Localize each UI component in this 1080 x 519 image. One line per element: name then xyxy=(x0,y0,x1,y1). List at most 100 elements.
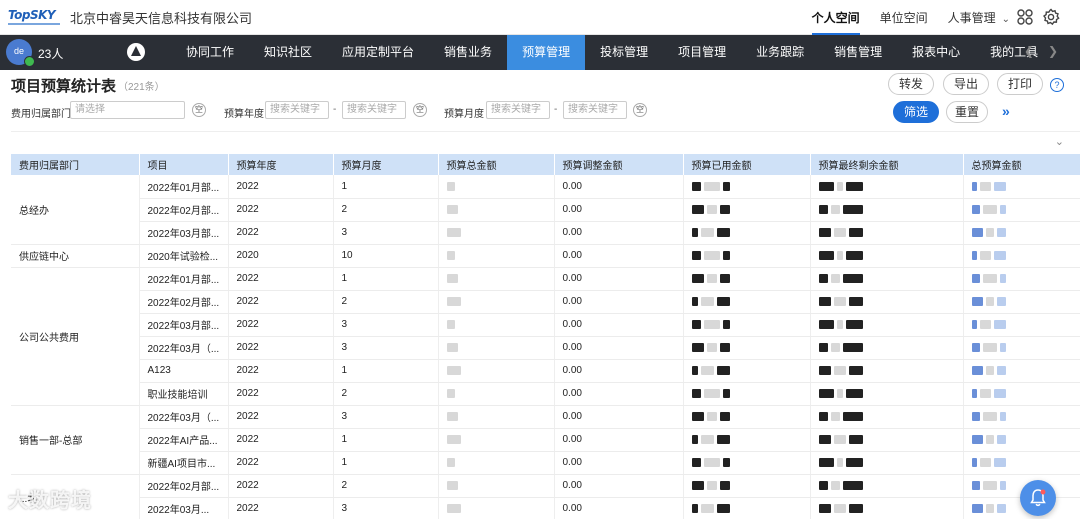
table-row[interactable]: 2022年03月（... 2022 3 0.00 xyxy=(11,336,1080,360)
nav-tracking[interactable]: 业务跟踪 xyxy=(741,35,819,70)
chevron-right-icon[interactable]: ❯ xyxy=(1048,44,1072,58)
nav-project[interactable]: 项目管理 xyxy=(663,35,741,70)
table-row[interactable]: 2022年02月部... 2022 2 0.00 xyxy=(11,290,1080,314)
nav-scroll-arrows[interactable]: ❮❯ xyxy=(1024,44,1072,58)
cell-month: 10 xyxy=(333,244,439,268)
redacted-value xyxy=(691,250,701,260)
redacted-value xyxy=(985,296,994,306)
month-to-input[interactable]: 搜索关键字 xyxy=(563,101,627,119)
cell-project: 新疆AI项目市... xyxy=(139,451,229,475)
forward-button[interactable]: 转发 xyxy=(888,73,934,95)
nav-reports[interactable]: 报表中心 xyxy=(897,35,975,70)
col-header-grand-total[interactable]: 总预算金额 xyxy=(963,154,1080,175)
print-button[interactable]: 打印 xyxy=(997,73,1043,95)
cell-adjust-amount: 0.00 xyxy=(554,428,684,452)
redacted-value xyxy=(719,480,730,490)
table-row[interactable]: 供应链中心 2020年试验检... 2020 10 0.00 xyxy=(11,244,1080,268)
cell-total-amount xyxy=(438,336,555,360)
table-row[interactable]: 职业技能培训 2022 2 0.00 xyxy=(11,382,1080,406)
col-header-total[interactable]: 预算总金额 xyxy=(438,154,555,175)
nav-sales-mgmt[interactable]: 销售管理 xyxy=(819,35,897,70)
nav-knowledge[interactable]: 知识社区 xyxy=(249,35,327,70)
redacted-value xyxy=(691,319,701,329)
cell-total-amount xyxy=(438,313,555,337)
top-nav-personal-space[interactable]: 个人空间 xyxy=(811,0,860,35)
avatar[interactable]: de xyxy=(6,39,35,67)
double-chevron-right-icon[interactable]: » xyxy=(1002,103,1010,119)
col-header-remaining[interactable]: 预算最终剩余金额 xyxy=(810,154,964,175)
col-header-project[interactable]: 项目 xyxy=(139,154,229,175)
export-button[interactable]: 导出 xyxy=(943,73,989,95)
nav-bidding[interactable]: 投标管理 xyxy=(585,35,663,70)
cell-year: 2022 xyxy=(228,221,334,245)
chevron-down-icon[interactable]: ⌄ xyxy=(1055,135,1064,148)
table-row[interactable]: 2022年02月部... 2022 2 0.00 xyxy=(11,198,1080,222)
nav-app-platform[interactable]: 应用定制平台 xyxy=(327,35,429,70)
table-row[interactable]: 2022年AI产品... 2022 1 0.00 xyxy=(11,428,1080,452)
table-row[interactable]: 总经办 2022年01月部... 2022 1 0.00 xyxy=(11,175,1080,245)
col-header-dept[interactable]: 费用归属部门 xyxy=(11,154,140,175)
redacted-value xyxy=(985,434,994,444)
nav-budget[interactable]: 预算管理 xyxy=(507,35,586,70)
redacted-value xyxy=(691,273,704,283)
cell-year: 2022 xyxy=(228,405,334,429)
top-nav-unit-space[interactable]: 单位空间 xyxy=(880,0,928,35)
dept-empty-toggle[interactable]: 空 xyxy=(192,103,206,117)
cell-total-amount xyxy=(438,221,555,245)
month-empty-toggle[interactable]: 空 xyxy=(633,103,647,117)
budget-table-wrap: 费用归属部门 项目 预算年度 预算月度 预算总金额 预算调整金额 预算已用金额 … xyxy=(11,154,1080,519)
cell-used-amount xyxy=(683,359,811,383)
cell-project: 2022年03月部... xyxy=(139,313,229,337)
cell-year: 2022 xyxy=(228,290,334,314)
redacted-value xyxy=(830,411,840,421)
table-row[interactable]: ...北 2022年02月部... 2022 2 0.00 xyxy=(11,474,1080,519)
col-header-adjust[interactable]: 预算调整金额 xyxy=(554,154,684,175)
redacted-value xyxy=(446,250,455,260)
cell-month: 1 xyxy=(333,428,439,452)
gear-icon[interactable] xyxy=(1042,8,1060,26)
table-row[interactable]: 新疆AI项目市... 2022 1 0.00 xyxy=(11,451,1080,475)
table-row[interactable]: A123 2022 1 0.00 xyxy=(11,359,1080,383)
redacted-value xyxy=(716,296,730,306)
year-empty-toggle[interactable]: 空 xyxy=(413,103,427,117)
table-row[interactable]: 2022年03月... 2022 3 0.00 xyxy=(11,497,1080,519)
col-header-year[interactable]: 预算年度 xyxy=(228,154,334,175)
redacted-value xyxy=(996,227,1006,237)
redacted-value xyxy=(971,227,983,237)
redacted-value xyxy=(999,273,1006,283)
chevron-left-icon[interactable]: ❮ xyxy=(1024,44,1048,58)
cell-month: 2 xyxy=(333,474,439,498)
company-name: 北京中睿昊天信息科技有限公司 xyxy=(70,11,253,26)
filter-button[interactable]: 筛选 xyxy=(893,101,939,123)
top-nav-hr[interactable]: 人事管理 ⌄ xyxy=(948,0,1010,35)
year-to-input[interactable]: 搜索关键字 xyxy=(342,101,406,119)
table-row[interactable]: 销售一部-总部 2022年03月（... 2022 3 0.00 xyxy=(11,405,1080,475)
redacted-value xyxy=(691,457,701,467)
company-logo[interactable]: TopSKY xyxy=(8,8,60,26)
dept-select[interactable]: 请选择 xyxy=(70,101,185,119)
redacted-value xyxy=(716,434,730,444)
cell-adjust-amount: 0.00 xyxy=(554,359,684,383)
cell-dept: 总经办 xyxy=(11,175,140,245)
cell-remaining-amount xyxy=(810,382,964,406)
apps-icon[interactable] xyxy=(1016,8,1034,26)
nav-collab[interactable]: 协同工作 xyxy=(171,35,249,70)
cell-grand-total xyxy=(963,405,1080,429)
table-row[interactable]: 2022年03月部... 2022 3 0.00 xyxy=(11,313,1080,337)
year-from-input[interactable]: 搜索关键字 xyxy=(265,101,329,119)
redacted-value xyxy=(691,480,704,490)
table-row[interactable]: 公司公共费用 2022年01月部... 2022 1 0.00 xyxy=(11,267,1080,406)
people-count[interactable]: 23人 xyxy=(38,45,63,62)
reset-button[interactable]: 重置 xyxy=(946,101,988,123)
help-icon[interactable]: ? xyxy=(1050,78,1064,92)
table-row[interactable]: 2022年03月部... 2022 3 0.00 xyxy=(11,221,1080,245)
notification-button[interactable] xyxy=(1020,480,1056,516)
col-header-used[interactable]: 预算已用金额 xyxy=(683,154,811,175)
month-from-input[interactable]: 搜索关键字 xyxy=(486,101,550,119)
col-header-month[interactable]: 预算月度 xyxy=(333,154,439,175)
home-logo-icon[interactable] xyxy=(127,43,145,61)
nav-sales-business[interactable]: 销售业务 xyxy=(429,35,507,70)
cell-remaining-amount xyxy=(810,497,964,519)
redacted-value xyxy=(845,457,863,467)
redacted-value xyxy=(706,204,717,214)
